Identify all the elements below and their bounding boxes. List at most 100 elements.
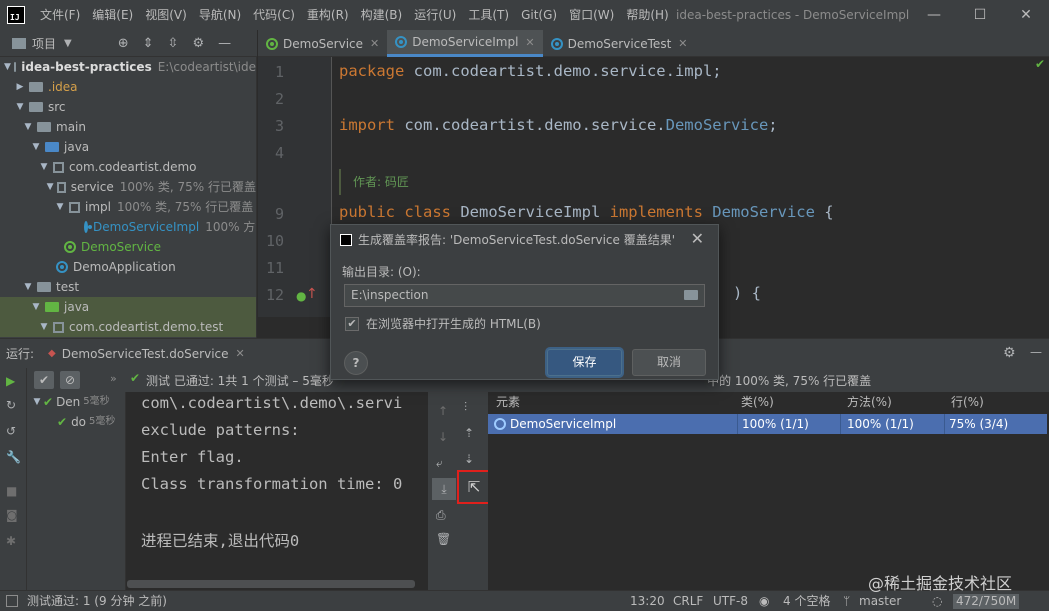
tool-window-icon[interactable] xyxy=(6,595,18,607)
tree-node[interactable]: ▼ com.codeartist.demo.test xyxy=(0,317,256,337)
indent-setting[interactable]: 4 个空格 xyxy=(783,591,830,611)
tab-demoservice[interactable]: DemoService ✕ xyxy=(258,30,387,57)
chevron-down-icon[interactable]: ▼ xyxy=(38,157,50,177)
close-icon[interactable]: ✕ xyxy=(236,347,245,360)
print-icon[interactable]: ⎙ xyxy=(436,508,446,523)
soft-wrap-icon[interactable]: ⤶ xyxy=(436,456,443,471)
test-tree-node[interactable]: ✔ do 5毫秒 xyxy=(27,412,125,432)
toggle-auto-test-icon[interactable]: ↺ xyxy=(6,424,16,438)
cancel-button[interactable]: 取消 xyxy=(632,349,706,376)
save-button[interactable]: 保存 xyxy=(547,349,622,376)
caret-position[interactable]: 13:20 xyxy=(630,591,665,611)
rerun-failed-icon[interactable]: ↻ xyxy=(6,398,16,412)
status-message[interactable]: 测试通过: 1 (9 分钟 之前) xyxy=(27,591,167,611)
gear-icon[interactable]: ⚙ xyxy=(192,36,204,51)
tree-node[interactable]: ▼ src xyxy=(0,97,256,117)
git-branch[interactable]: master xyxy=(859,591,901,611)
trash-icon[interactable]: 🗑 xyxy=(436,532,451,546)
run-config-tab[interactable]: DemoServiceTest.doService xyxy=(62,347,229,361)
chevron-down-icon[interactable]: ▼ xyxy=(30,297,42,317)
readonly-eye-icon[interactable]: ◉ xyxy=(759,591,769,611)
generate-coverage-report-icon[interactable]: ⇱ xyxy=(457,470,491,504)
chevron-down-icon[interactable]: ▼ xyxy=(14,97,26,117)
tree-node[interactable]: ▼ idea-best-practices E:\codeartist\ide xyxy=(0,57,256,77)
hide-icon[interactable]: — xyxy=(1030,345,1042,359)
tab-demoservicetest[interactable]: DemoServiceTest ✕ xyxy=(543,30,696,57)
scroll-to-end-icon[interactable]: ⤓ xyxy=(432,478,456,500)
checkbox-checked-icon[interactable]: ✔ xyxy=(345,316,359,331)
project-view-selector[interactable]: 项目 xyxy=(32,35,56,52)
file-encoding[interactable]: UTF-8 xyxy=(713,591,748,611)
stop-icon[interactable]: ■ xyxy=(6,484,17,498)
maximize-icon[interactable]: ☐ xyxy=(957,0,1003,30)
chevron-down-icon[interactable]: ▼ xyxy=(30,137,42,157)
close-icon[interactable]: ✕ xyxy=(370,37,379,50)
menu-navigate[interactable]: 导航(N) xyxy=(193,0,247,30)
tree-node[interactable]: DemoServiceImpl 100% 方法 xyxy=(0,217,256,237)
test-tree-node[interactable]: ▼ ✔ Den 5毫秒 xyxy=(27,392,125,412)
autoscroll-icon[interactable]: ⇣ xyxy=(464,452,474,466)
override-arrow-icon[interactable]: ↑ xyxy=(306,286,318,302)
wrench-icon[interactable]: 🔧 xyxy=(6,450,21,464)
notification-icon[interactable]: ◌ xyxy=(932,591,942,611)
tab-demoserviceimpl[interactable]: DemoServiceImpl ✕ xyxy=(387,30,543,57)
tree-node[interactable]: ▼ service 100% 类, 75% 行已覆盖 xyxy=(0,177,256,197)
console-output[interactable]: com\.codeartist\.demo\.servi exclude pat… xyxy=(127,392,427,590)
intellij-logo-icon[interactable]: IJ xyxy=(7,6,25,24)
menu-git[interactable]: Git(G) xyxy=(515,0,563,30)
close-icon[interactable]: ✕ xyxy=(691,229,704,248)
column-header-element[interactable]: 元素 xyxy=(496,392,520,412)
help-button[interactable]: ? xyxy=(344,351,368,375)
gear-icon[interactable]: ⚙ xyxy=(1003,345,1016,361)
chevron-down-icon[interactable]: ▼ xyxy=(38,317,50,337)
tree-node[interactable]: ▼ com.codeartist.demo xyxy=(0,157,256,177)
arrow-up-icon[interactable]: ↑ xyxy=(438,404,448,418)
tree-node[interactable]: ▼ test xyxy=(0,277,256,297)
settings-icon[interactable]: ✱ xyxy=(6,534,16,548)
line-separator[interactable]: CRLF xyxy=(673,591,703,611)
chevron-down-icon[interactable]: ▼ xyxy=(46,177,54,197)
chevron-down-icon[interactable]: ▼ xyxy=(64,38,72,49)
menu-refactor[interactable]: 重构(R) xyxy=(301,0,355,30)
menu-code[interactable]: 代码(C) xyxy=(247,0,301,30)
tree-node[interactable]: DemoApplication xyxy=(0,257,256,277)
chevron-right-icon[interactable]: ▶ xyxy=(14,77,26,97)
menu-window[interactable]: 窗口(W) xyxy=(563,0,620,30)
flatten-packages-icon[interactable]: ⫶ xyxy=(464,400,467,415)
chevron-down-icon[interactable]: ▼ xyxy=(4,57,11,77)
menu-help[interactable]: 帮助(H) xyxy=(620,0,674,30)
menu-run[interactable]: 运行(U) xyxy=(408,0,462,30)
menu-view[interactable]: 视图(V) xyxy=(139,0,193,30)
menu-build[interactable]: 构建(B) xyxy=(355,0,409,30)
chevron-down-icon[interactable]: ▼ xyxy=(22,117,34,137)
chevron-down-icon[interactable]: ▼ xyxy=(31,392,43,412)
browse-folder-icon[interactable] xyxy=(684,290,698,300)
locate-icon[interactable]: ⊕ xyxy=(118,36,129,51)
tree-node[interactable]: ▼ main xyxy=(0,117,256,137)
camera-icon[interactable]: ◙ xyxy=(6,508,18,522)
tree-node[interactable]: DemoService xyxy=(0,237,256,257)
show-passed-icon[interactable]: ✔ xyxy=(34,371,54,389)
hide-icon[interactable]: — xyxy=(218,36,231,51)
chevron-right-icon[interactable]: » xyxy=(110,372,117,385)
navigate-to-source-icon[interactable]: ⇡ xyxy=(464,426,474,440)
chevron-down-icon[interactable]: ▼ xyxy=(54,197,66,217)
horizontal-scrollbar[interactable] xyxy=(127,580,415,588)
tree-node[interactable]: ▼ java xyxy=(0,297,256,317)
menu-file[interactable]: 文件(F) xyxy=(34,0,86,30)
column-header-line[interactable]: 行(%) xyxy=(951,392,984,412)
collapse-all-icon[interactable]: ⇳ xyxy=(168,36,179,51)
table-row[interactable]: DemoServiceImpl 100% (1/1) 100% (1/1) 75… xyxy=(488,414,1047,434)
expand-all-icon[interactable]: ⇕ xyxy=(143,36,154,51)
tree-node[interactable]: ▶ .idea xyxy=(0,77,256,97)
minimize-icon[interactable]: — xyxy=(911,0,957,30)
column-header-class[interactable]: 类(%) xyxy=(741,392,774,412)
rerun-icon[interactable]: ▶ xyxy=(6,374,15,388)
column-header-method[interactable]: 方法(%) xyxy=(847,392,892,412)
tree-node[interactable]: ▼ impl 100% 类, 75% 行已覆盖 xyxy=(0,197,256,217)
tree-node[interactable]: ▼ java xyxy=(0,137,256,157)
implementation-icon[interactable]: ● xyxy=(296,289,306,303)
output-dir-field[interactable]: E:\inspection xyxy=(344,284,705,307)
close-icon[interactable]: ✕ xyxy=(525,36,534,49)
arrow-down-icon[interactable]: ↓ xyxy=(438,430,448,444)
